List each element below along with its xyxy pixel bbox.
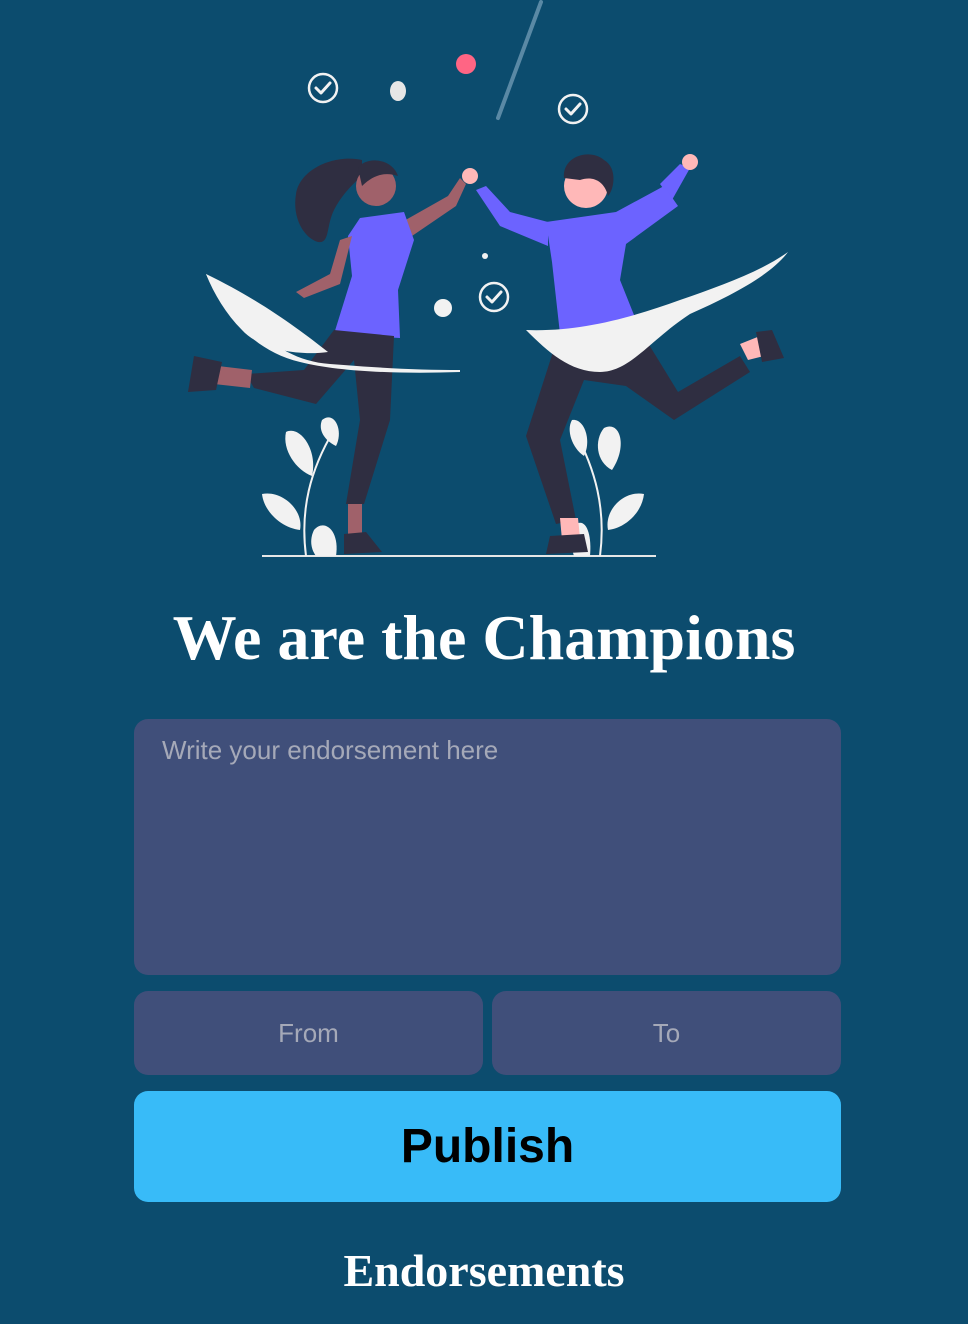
check-circle-icon (557, 93, 589, 125)
publish-button[interactable]: Publish (134, 1091, 841, 1202)
woman-figure (188, 158, 466, 554)
confetti-dot-icon (390, 81, 406, 101)
page-title: We are the Champions (172, 602, 796, 673)
celebration-illustration (188, 0, 788, 557)
streak-line (496, 0, 543, 120)
to-input[interactable] (492, 991, 841, 1075)
confetti-dot-icon (456, 54, 476, 74)
leaf-plant-icon (262, 417, 339, 557)
from-input[interactable] (134, 991, 483, 1075)
confetti-dot-icon (482, 253, 488, 259)
endorsements-heading: Endorsements (343, 1245, 625, 1296)
check-circle-icon (478, 281, 510, 313)
check-circle-icon (307, 72, 339, 104)
endorsement-input[interactable] (134, 719, 841, 975)
confetti-dot-icon (434, 299, 452, 317)
